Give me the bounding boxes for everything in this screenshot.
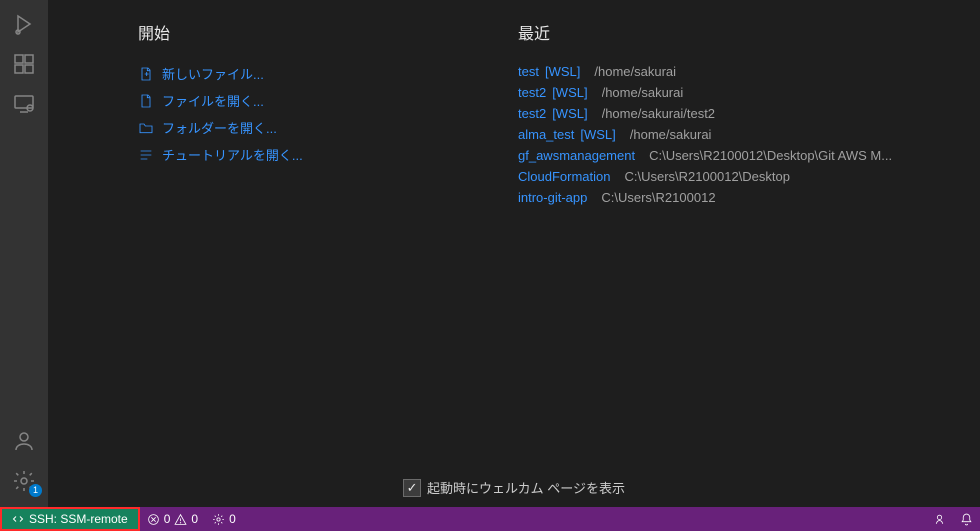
recent-item-tag: [WSL] [552, 85, 587, 100]
recent-item: test2 [WSL] /home/sakurai [518, 85, 940, 100]
start-item-label: チュートリアルを開く... [162, 145, 303, 164]
recent-item-path: /home/sakurai [594, 64, 676, 79]
warning-count: 0 [191, 512, 198, 526]
start-item[interactable]: チュートリアルを開く... [138, 145, 458, 164]
feedback-icon[interactable] [926, 507, 953, 531]
error-count: 0 [164, 512, 171, 526]
start-item[interactable]: 新しいファイル... [138, 64, 458, 83]
recent-item-path: C:\Users\R2100012\Desktop [625, 169, 790, 184]
recent-item: test [WSL] /home/sakurai [518, 64, 940, 79]
notifications-icon[interactable] [953, 507, 980, 531]
show-welcome-checkbox[interactable]: ✓ [403, 479, 421, 497]
run-debug-icon[interactable] [0, 4, 48, 44]
recent-heading: 最近 [518, 20, 940, 44]
open-file-icon [138, 93, 154, 109]
ports-count: 0 [229, 512, 236, 526]
extensions-icon[interactable] [0, 44, 48, 84]
start-item[interactable]: フォルダーを開く... [138, 118, 458, 137]
editor-area: 開始 新しいファイル... ファイルを開く... フォルダーを開く... チュートリア… [48, 0, 980, 507]
warning-icon [174, 513, 187, 526]
activity-bar: 1 [0, 0, 48, 507]
recent-item-tag: [WSL] [580, 127, 615, 142]
settings-badge: 1 [29, 484, 42, 497]
walkthrough-icon [138, 147, 154, 163]
accounts-icon[interactable] [0, 421, 48, 461]
start-item-label: ファイルを開く... [162, 91, 264, 110]
status-bar: SSH: SSM-remote 0 0 0 [0, 507, 980, 531]
recent-item-name[interactable]: intro-git-app [518, 190, 587, 205]
recent-item-name[interactable]: CloudFormation [518, 169, 611, 184]
recent-item-name[interactable]: gf_awsmanagement [518, 148, 635, 163]
recent-item: intro-git-app C:\Users\R2100012 [518, 190, 940, 205]
new-file-icon [138, 66, 154, 82]
recent-item: gf_awsmanagement C:\Users\R2100012\Deskto… [518, 148, 940, 163]
start-item-label: 新しいファイル... [162, 64, 264, 83]
recent-item-name[interactable]: test2 [518, 85, 546, 100]
recent-item-path: /home/sakurai/test2 [602, 106, 715, 121]
remote-explorer-icon[interactable] [0, 84, 48, 124]
problems-status[interactable]: 0 0 [140, 507, 205, 531]
recent-item: alma_test [WSL] /home/sakurai [518, 127, 940, 142]
recent-item-path: /home/sakurai [630, 127, 712, 142]
remote-indicator[interactable]: SSH: SSM-remote [0, 507, 140, 531]
start-item-label: フォルダーを開く... [162, 118, 277, 137]
recent-item-path: C:\Users\R2100012\Desktop\Git AWS M... [649, 148, 892, 163]
ports-status[interactable]: 0 [205, 507, 243, 531]
recent-item: test2 [WSL] /home/sakurai/test2 [518, 106, 940, 121]
show-welcome-label: 起動時にウェルカム ページを表示 [427, 478, 625, 497]
recent-item-tag: [WSL] [545, 64, 580, 79]
recent-item-name[interactable]: test2 [518, 106, 546, 121]
remote-label: SSH: SSM-remote [29, 512, 128, 526]
ports-icon [212, 513, 225, 526]
error-icon [147, 513, 160, 526]
open-folder-icon [138, 120, 154, 136]
recent-item-name[interactable]: test [518, 64, 539, 79]
remote-icon [12, 513, 24, 525]
start-heading: 開始 [138, 20, 458, 44]
recent-item-path: /home/sakurai [602, 85, 684, 100]
recent-item: CloudFormation C:\Users\R2100012\Desktop [518, 169, 940, 184]
recent-item-tag: [WSL] [552, 106, 587, 121]
recent-item-name[interactable]: alma_test [518, 127, 574, 142]
recent-item-path: C:\Users\R2100012 [601, 190, 715, 205]
settings-gear-icon[interactable]: 1 [0, 461, 48, 501]
start-item[interactable]: ファイルを開く... [138, 91, 458, 110]
